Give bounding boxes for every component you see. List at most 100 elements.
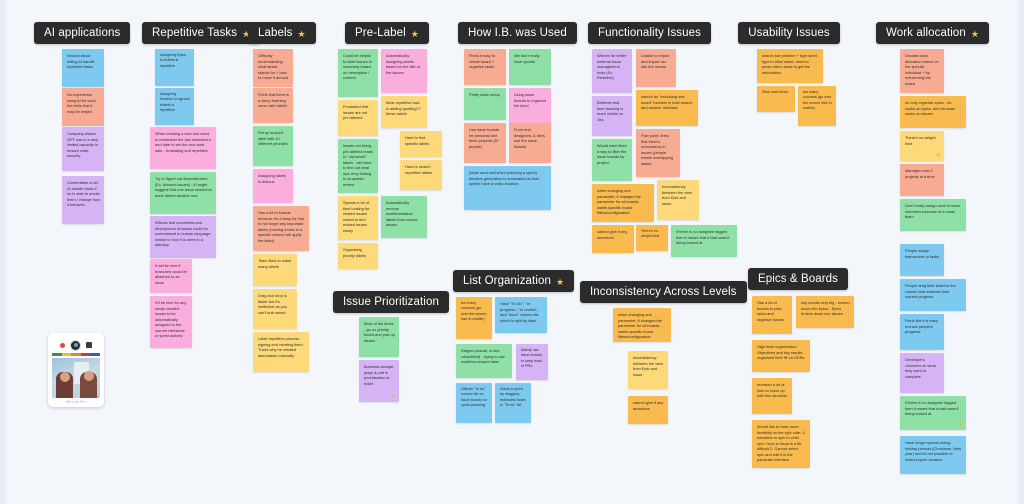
sticky-note[interactable]: search bar problem + type label, type in… xyxy=(757,49,823,83)
sticky-note[interactable]: Automatically assigning labels based on … xyxy=(381,49,427,93)
sticky-note[interactable]: Use issue boards for personal and team p… xyxy=(464,123,506,163)
sticky-note[interactable]: Set up scoped label with 10 different pr… xyxy=(253,126,293,166)
section-header-labels[interactable]: Labels ★ xyxy=(248,22,316,44)
section-title: Inconsistency Across Levels xyxy=(590,286,737,298)
sticky-note[interactable]: Frustrated that issues are not pre-label… xyxy=(338,100,378,136)
sticky-note[interactable]: Have "To Do", "In progress", "In review"… xyxy=(495,297,547,333)
section-header-repetitive-tasks[interactable]: Repetitive Tasks ★ xyxy=(142,22,261,44)
section-header-list-organization[interactable]: List Organization ★ xyxy=(453,270,575,292)
sticky-note-text: Has a lot of boards because it's a easy … xyxy=(258,210,304,243)
sticky-note[interactable]: Inconsistency between the view from Epic… xyxy=(628,351,668,389)
sticky-note[interactable]: We don't really have sprints xyxy=(509,49,551,85)
sticky-note[interactable]: Has a lot of boards because it's a easy … xyxy=(253,206,309,251)
sticky-note[interactable]: There's no weight limit. ★ xyxy=(900,131,944,161)
sticky-note[interactable]: Issues not being pre-labeled leads to "o… xyxy=(338,139,378,193)
sticky-note[interactable]: when changing one parameter, it changes … xyxy=(592,184,654,222)
sticky-note[interactable]: he only organize epics - he works on epi… xyxy=(900,96,966,128)
sticky-note[interactable]: Mainly use issue boards to keep track of… xyxy=(516,344,548,380)
sticky-note[interactable]: Comfortable to let AI handle tasks if he… xyxy=(62,176,104,224)
polaroid-photo-widget[interactable]: Miro #1 Fin xyxy=(48,333,104,407)
sticky-note[interactable]: Invested a lot of time to come up with t… xyxy=(752,378,792,414)
sticky-note-text: Assigning Epics to tickets is repetitive xyxy=(160,53,187,68)
sticky-note[interactable]: It will be nice if branches could be att… xyxy=(150,259,192,293)
sticky-note[interactable]: Hard to find specific labels xyxy=(400,131,442,157)
sticky-note-text: cannot do "excluding one board" function… xyxy=(641,94,693,111)
sticky-note[interactable]: Spends a bit of time looking for related… xyxy=(338,196,378,240)
sticky-note[interactable]: Finds it easy to create board + organize… xyxy=(464,49,506,85)
sticky-note[interactable]: Company allows GPT use in a very limited… xyxy=(62,127,104,171)
section-header-functionality-issues[interactable]: Functionality Issues xyxy=(588,22,711,44)
sticky-note[interactable]: Don't really assign work to team members… xyxy=(900,199,966,231)
sticky-note[interactable]: Wishes that comments and descriptions of… xyxy=(150,216,216,258)
sticky-note[interactable]: Team likes to make many labels xyxy=(253,254,297,286)
sticky-note[interactable]: Most repetitive task is adding quotting?… xyxy=(381,96,427,128)
sticky-note[interactable]: Unable to export and import csv into the… xyxy=(636,49,676,87)
sticky-note[interactable]: Could be helpful to label issues in some… xyxy=(338,49,378,97)
section-header-epics-and-boards[interactable]: Epics & Boards xyxy=(748,268,849,290)
sticky-note[interactable]: Business Analyst plays a part in priorit… xyxy=(359,360,399,402)
sticky-note[interactable]: There's no weight limit xyxy=(636,225,668,251)
sticky-note[interactable]: when changing one parameter, it changes … xyxy=(613,308,671,342)
sticky-note[interactable]: Have longer sprints during holiday perio… xyxy=(900,436,966,474)
sticky-note[interactable]: Drag and drop is faster but it's ineffic… xyxy=(253,289,297,329)
sticky-note[interactable]: People assign themselves to tasks xyxy=(900,244,944,276)
sticky-note[interactable]: Organizing priority labels xyxy=(338,243,378,269)
sticky-note[interactable]: Feels like it is easy to track people's … xyxy=(900,314,944,350)
section-header-inconsistency-across-levels[interactable]: Inconsistency Across Levels xyxy=(580,281,747,303)
sticky-note[interactable]: Pretty basic setup xyxy=(464,88,506,120)
sticky-note[interactable]: Feels that there is a steep learning cur… xyxy=(253,88,293,123)
sticky-note-text: Assigning labels is tedious xyxy=(258,173,287,184)
star-icon: ★ xyxy=(297,28,306,39)
sticky-note[interactable]: Would like to have more flexibility on t… xyxy=(752,420,810,468)
sticky-note-text: There's no weight limit xyxy=(641,229,660,239)
sticky-note[interactable]: Assigning iteration to agreed tickets is… xyxy=(155,88,194,125)
sticky-note[interactable]: Slow load times xyxy=(757,86,795,112)
sticky-note[interactable]: Neutral about letting AI handle repetiti… xyxy=(62,49,104,87)
whiteboard-canvas[interactable]: Miro #1 Fin AI applications Neutral about… xyxy=(0,0,1024,504)
sticky-note[interactable]: too many columns (go over the screen siz… xyxy=(456,297,492,339)
sticky-note[interactable]: cannot give it any ancestors xyxy=(592,225,634,253)
sticky-note[interactable]: key results very big - broken down into … xyxy=(796,296,854,328)
sticky-note[interactable]: Developers volunteer on what they want t… xyxy=(900,353,944,393)
sticky-note[interactable]: Inconsistency between the view from Epic… xyxy=(657,180,699,220)
sticky-note[interactable]: Manages max 2 projects at a time xyxy=(900,164,944,196)
sticky-note[interactable]: Try to figure out dependencies (Ex. bloc… xyxy=(150,172,216,214)
sticky-note[interactable]: too many columns (go over the screen siz… xyxy=(798,86,836,126)
sticky-note[interactable]: Utilizes "To do" column list on issue bo… xyxy=(456,383,492,423)
sticky-note[interactable]: Stages (casual, in-dev, completed) - try… xyxy=(456,344,512,378)
section-header-usability-issues[interactable]: Usability Issues xyxy=(738,22,840,44)
section-title: Functionality Issues xyxy=(598,27,701,39)
sticky-note[interactable]: Has a lot of boards to plan epics and or… xyxy=(752,296,792,334)
sticky-note-text: Company allows GPT use in a very limited… xyxy=(67,131,99,159)
sticky-note[interactable]: People drag their ticket to the column t… xyxy=(900,279,966,311)
sticky-note[interactable]: Most of the times - go on priority board… xyxy=(359,317,399,357)
sticky-note[interactable]: Would have liked a way to filter the iss… xyxy=(592,139,632,181)
sticky-note[interactable]: If there is no assignee tagged then it m… xyxy=(671,225,737,257)
sticky-note[interactable]: cannot do "excluding one board" function… xyxy=(636,90,698,126)
sticky-note[interactable]: (what went well when planning a sprint) … xyxy=(464,166,551,210)
sticky-note[interactable]: Hard to search repetitive labels xyxy=(400,160,442,190)
sticky-note[interactable]: Wishes for better external issue managem… xyxy=(592,49,632,93)
sticky-note[interactable]: Pain point: feels that there's redundanc… xyxy=(636,129,680,177)
section-header-issue-prioritization[interactable]: Issue Prioritization xyxy=(333,291,449,313)
sticky-note[interactable]: No experience using AI for work but feel… xyxy=(62,88,104,126)
sticky-note[interactable]: When creating a new one need to remember… xyxy=(150,127,216,169)
sticky-note[interactable]: Using issue boards to organize his mind xyxy=(509,88,551,126)
sticky-note[interactable]: Assigning Epics to tickets is repetitive xyxy=(155,49,194,86)
sticky-note[interactable]: High level organization: Objectives and … xyxy=(752,340,810,372)
sticky-note[interactable]: Decides work allocation based on the spe… xyxy=(900,49,944,93)
sticky-note[interactable]: Automatically remove workflow/status lab… xyxy=(381,196,427,238)
section-header-pre-label[interactable]: Pre-Label ★ xyxy=(345,22,429,44)
sticky-note[interactable]: Assigning labels is tedious xyxy=(253,169,293,203)
section-header-ai-applications[interactable]: AI applications xyxy=(34,22,131,44)
sticky-note[interactable]: Believes that time-tracking is more visi… xyxy=(592,96,632,136)
sticky-note[interactable]: It'll be nice for any newly created issu… xyxy=(150,296,192,348)
section-header-work-allocation[interactable]: Work allocation ★ xyxy=(876,22,990,44)
sticky-note[interactable]: Label repetitive-process signing and cre… xyxy=(253,332,309,372)
sticky-note[interactable]: Difficulty understanding what labels sta… xyxy=(253,49,293,87)
sticky-note[interactable]: cannot give it any ancestors xyxy=(628,396,668,424)
section-header-how-ib-was-used[interactable]: How I.B. was Used xyxy=(458,22,577,44)
sticky-note[interactable]: From end, designers, & devs use the issu… xyxy=(509,123,551,163)
sticky-note[interactable]: If there is no assignee tagged then it m… xyxy=(900,396,966,430)
sticky-note[interactable]: Starts a sprint by dragging estimated ti… xyxy=(495,383,531,423)
